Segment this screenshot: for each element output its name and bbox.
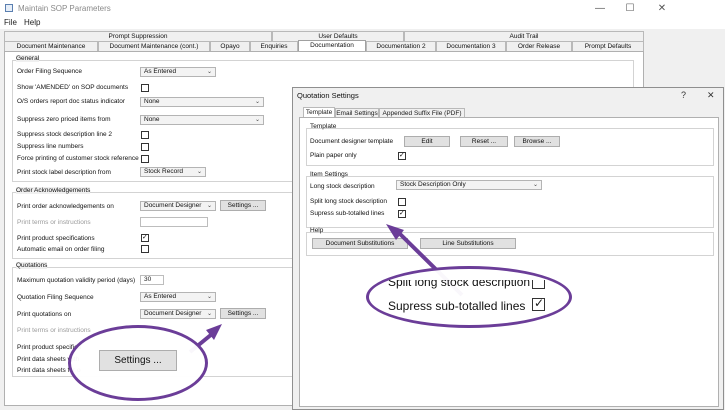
zoom-split-label: Split long stock description — [388, 280, 531, 289]
check-icon: ✓ — [534, 296, 545, 310]
zoom-supress-checkbox: ✓ — [532, 296, 545, 311]
settings-callout-button[interactable]: Settings ... — [99, 350, 177, 371]
zoom-supress-label: Supress sub-totalled lines — [388, 299, 526, 313]
zoom-split-checkbox — [532, 280, 545, 289]
zoom-split-row: Split long stock description — [388, 280, 556, 291]
